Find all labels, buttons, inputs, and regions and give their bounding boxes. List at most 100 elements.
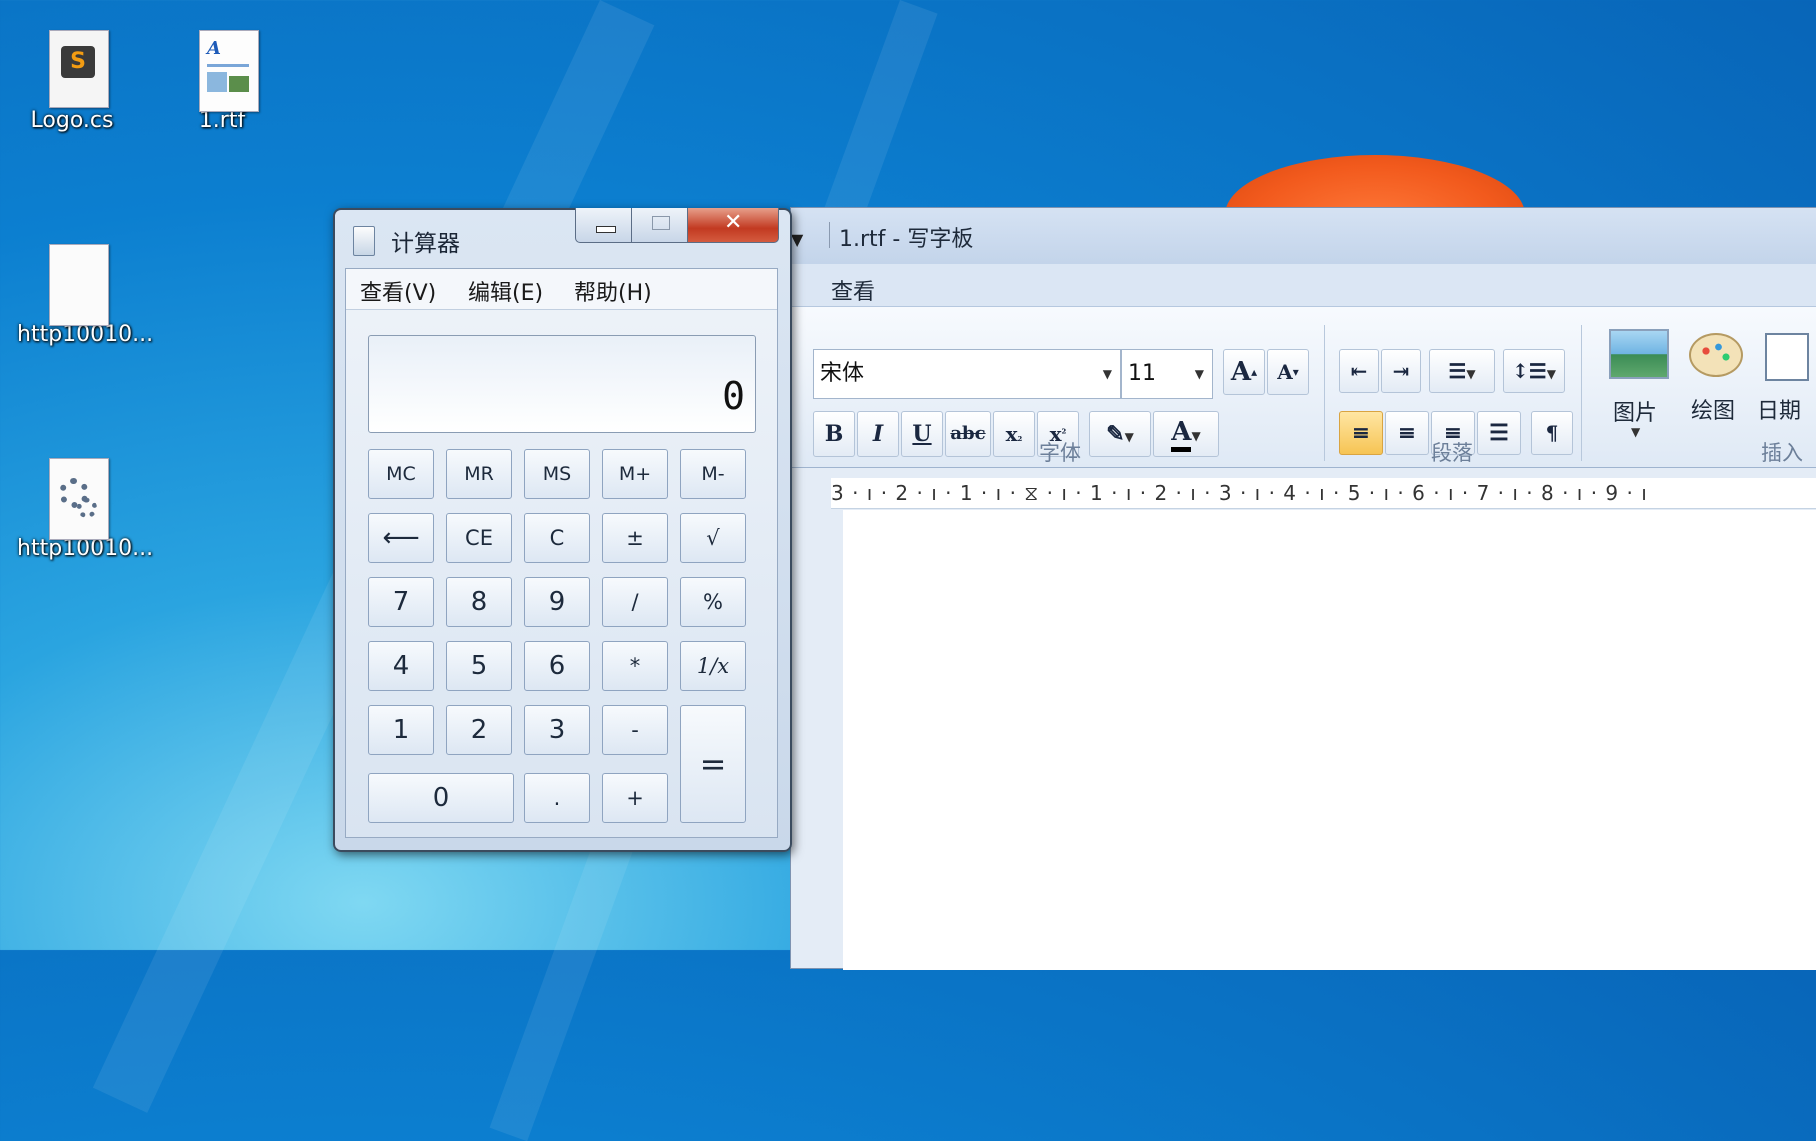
font-size-value: 11 — [1128, 361, 1156, 386]
insert-paint-button[interactable]: 绘图 — [1681, 325, 1751, 445]
paragraph-button[interactable]: ¶ — [1531, 411, 1573, 455]
chevron-down-icon: ▼ — [1631, 425, 1641, 439]
digit-3-button[interactable]: 3 — [524, 705, 590, 755]
maximize-button[interactable] — [631, 208, 689, 243]
strikethrough-button[interactable]: abc — [945, 411, 991, 457]
blank-file-icon — [43, 242, 109, 326]
ribbon: 宋体 ▼ 11 ▼ A▴ A▾ B I U abc x₂ x² ✎▼ A▼ 字体… — [791, 306, 1816, 468]
calculator-display: 0 — [368, 335, 756, 433]
equals-button[interactable]: = — [680, 705, 746, 823]
wordpad-window: ▼ 1.rtf - 写字板 查看 宋体 ▼ 11 ▼ A▴ A▾ B I U a… — [790, 207, 1816, 970]
calendar-icon — [1765, 333, 1809, 381]
font-name-value: 宋体 — [820, 361, 865, 386]
multiply-button[interactable]: * — [602, 641, 668, 691]
digit-6-button[interactable]: 6 — [524, 641, 590, 691]
window-controls: ✕ — [575, 208, 780, 244]
wordpad-title-bar[interactable]: ▼ 1.rtf - 写字板 — [791, 208, 1816, 264]
mr-button[interactable]: MR — [446, 449, 512, 499]
decimal-button[interactable]: . — [524, 773, 590, 823]
font-color-icon: A — [1171, 417, 1192, 452]
align-center-button[interactable]: ≡ — [1385, 411, 1429, 455]
calculator-body: 查看(V) 编辑(E) 帮助(H) 0 MC MR MS M+ M- ⟵ CE … — [345, 268, 778, 838]
digit-9-button[interactable]: 9 — [524, 577, 590, 627]
m-plus-button[interactable]: M+ — [602, 449, 668, 499]
group-label-font: 字体 — [1039, 441, 1081, 465]
minimize-icon — [596, 226, 616, 233]
calculator-title: 计算器 — [391, 231, 460, 257]
underline-button[interactable]: U — [901, 411, 943, 457]
divide-button[interactable]: / — [602, 577, 668, 627]
title-separator — [829, 222, 830, 248]
bullet-list-button[interactable]: ☰▼ — [1429, 349, 1495, 393]
rtf-document-icon: A — [193, 28, 259, 112]
menu-edit[interactable]: 编辑(E) — [468, 275, 543, 307]
insert-picture-button[interactable]: 图片 ▼ — [1601, 325, 1671, 445]
ce-button[interactable]: CE — [446, 513, 512, 563]
mc-button[interactable]: MC — [368, 449, 434, 499]
clear-button[interactable]: C — [524, 513, 590, 563]
chevron-down-icon: ▼ — [1124, 430, 1134, 444]
subtract-button[interactable]: - — [602, 705, 668, 755]
italic-button[interactable]: I — [857, 411, 899, 457]
calculator-icon — [353, 226, 375, 256]
shrink-font-button[interactable]: A▾ — [1267, 349, 1309, 395]
digit-7-button[interactable]: 7 — [368, 577, 434, 627]
desktop-icon-http-file[interactable]: http10010... — [17, 242, 153, 347]
align-left-button[interactable]: ≡ — [1339, 411, 1383, 455]
reciprocal-button[interactable]: 1/x — [680, 641, 746, 691]
grow-font-button[interactable]: A▴ — [1223, 349, 1265, 395]
digit-5-button[interactable]: 5 — [446, 641, 512, 691]
bold-button[interactable]: B — [813, 411, 855, 457]
m-minus-button[interactable]: M- — [680, 449, 746, 499]
digit-1-button[interactable]: 1 — [368, 705, 434, 755]
ruler-margin — [791, 478, 831, 508]
desktop-icon-http-config[interactable]: http10010... — [17, 456, 153, 561]
highlighter-icon: ✎ — [1106, 421, 1125, 447]
tab-view[interactable]: 查看 — [831, 274, 875, 306]
ruler[interactable]: 3 · ı · 2 · ı · 1 · ı · ⧖ · ı · 1 · ı · … — [831, 478, 1816, 509]
highlight-color-button[interactable]: ✎▼ — [1089, 411, 1151, 457]
justify-button[interactable]: ☰ — [1477, 411, 1521, 455]
quick-access-dropdown-icon[interactable]: ▼ — [791, 230, 803, 249]
group-label-insert: 插入 — [1761, 441, 1803, 465]
line-spacing-button[interactable]: ↕☰▼ — [1503, 349, 1565, 393]
maximize-icon — [652, 216, 670, 230]
group-separator — [1581, 325, 1582, 461]
calculator-window: 计算器 ✕ 查看(V) 编辑(E) 帮助(H) 0 MC MR MS M+ M-… — [333, 208, 792, 852]
insert-date-button[interactable]: 日期 — [1757, 325, 1816, 445]
ribbon-tabs: 查看 — [791, 264, 1816, 306]
backspace-button[interactable]: ⟵ — [368, 513, 434, 563]
chevron-down-icon: ▼ — [1194, 367, 1204, 381]
sqrt-button[interactable]: √ — [680, 513, 746, 563]
minimize-button[interactable] — [575, 208, 633, 243]
digit-8-button[interactable]: 8 — [446, 577, 512, 627]
desktop-icon-logo-cs[interactable]: S Logo.cs — [17, 28, 127, 133]
close-button[interactable]: ✕ — [687, 208, 779, 243]
font-name-combo[interactable]: 宋体 ▼ — [813, 349, 1121, 399]
chevron-down-icon: ▼ — [1466, 367, 1476, 381]
font-color-button[interactable]: A▼ — [1153, 411, 1219, 457]
desktop-icon-1-rtf[interactable]: A 1.rtf — [167, 28, 277, 133]
chevron-down-icon: ▼ — [1546, 367, 1556, 381]
decrease-indent-button[interactable]: ⇤ — [1339, 349, 1379, 393]
ms-button[interactable]: MS — [524, 449, 590, 499]
digit-2-button[interactable]: 2 — [446, 705, 512, 755]
subscript-button[interactable]: x₂ — [993, 411, 1035, 457]
increase-indent-button[interactable]: ⇥ — [1381, 349, 1421, 393]
plus-minus-button[interactable]: ± — [602, 513, 668, 563]
menu-view[interactable]: 查看(V) — [360, 275, 436, 307]
document-page[interactable] — [843, 510, 1816, 970]
menu-help[interactable]: 帮助(H) — [574, 275, 652, 307]
display-value: 0 — [722, 374, 745, 418]
font-size-combo[interactable]: 11 ▼ — [1121, 349, 1213, 399]
digit-4-button[interactable]: 4 — [368, 641, 434, 691]
add-button[interactable]: + — [602, 773, 668, 823]
percent-button[interactable]: % — [680, 577, 746, 627]
desktop-icon-label: Logo.cs — [30, 108, 114, 133]
chevron-down-icon: ▼ — [1102, 367, 1112, 381]
insert-paint-label: 绘图 — [1691, 399, 1736, 424]
picture-icon — [1609, 329, 1669, 379]
insert-date-label: 日期 — [1757, 399, 1802, 424]
chevron-down-icon: ▼ — [1191, 429, 1201, 443]
digit-0-button[interactable]: 0 — [368, 773, 514, 823]
